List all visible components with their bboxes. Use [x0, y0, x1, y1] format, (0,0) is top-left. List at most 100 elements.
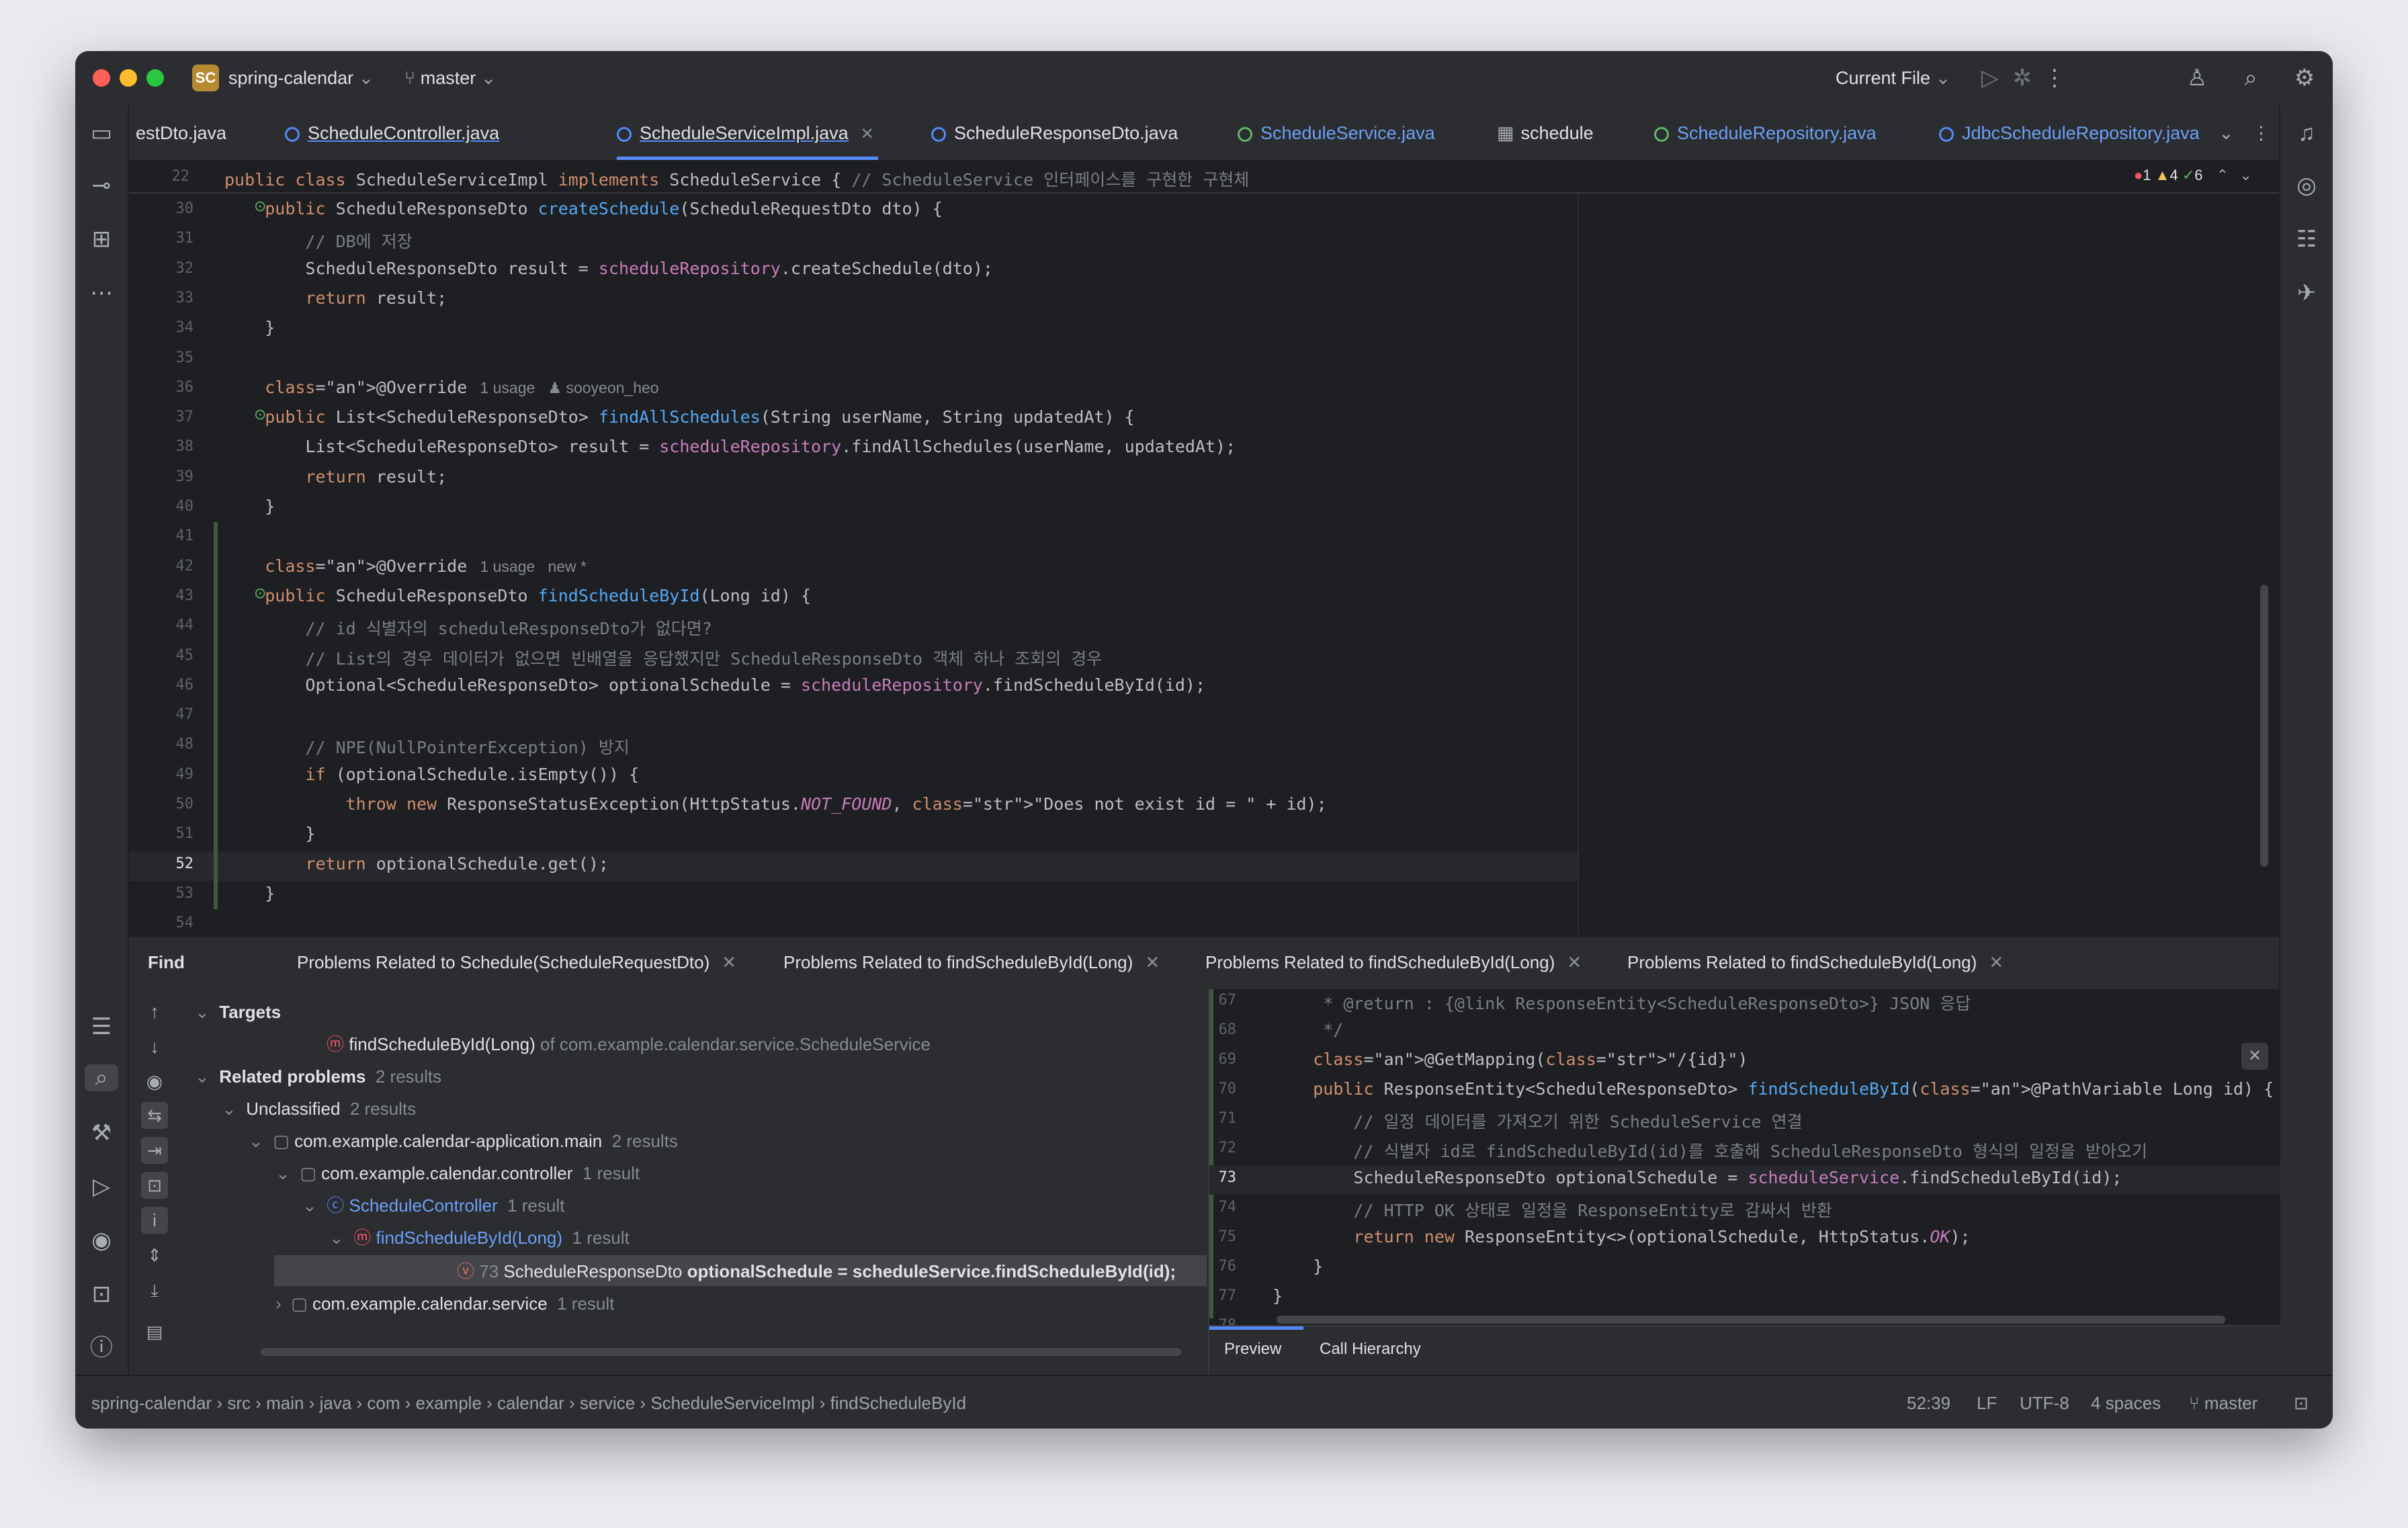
chevron-up-icon[interactable]: ⌃: [2217, 167, 2229, 183]
find-tab-2[interactable]: Problems Related to findScheduleById(Lon…: [783, 937, 1160, 988]
services-icon[interactable]: ◉: [88, 1227, 115, 1254]
branch-switcher[interactable]: ⑂ master ⌄: [404, 66, 496, 90]
notifications-icon[interactable]: ♫: [2293, 120, 2320, 146]
info-icon[interactable]: i: [141, 1207, 168, 1234]
breadcrumb-item[interactable]: service: [580, 1393, 635, 1413]
close-preview-icon[interactable]: ✕: [2241, 1043, 2268, 1070]
collapse-all-icon[interactable]: ⤓: [142, 1277, 167, 1304]
database-icon[interactable]: ☰: [88, 1013, 115, 1040]
commit-icon[interactable]: ⊸: [88, 172, 115, 199]
group-icon[interactable]: ⇆: [141, 1102, 168, 1129]
breadcrumb-item[interactable]: ScheduleServiceImpl: [650, 1393, 814, 1413]
line-number: 32: [175, 259, 194, 277]
code-line: return result;: [305, 288, 447, 308]
project-switcher[interactable]: spring-calendar ⌄: [228, 66, 374, 90]
run-tool-icon[interactable]: ▷: [88, 1173, 115, 1200]
zoom-window-button[interactable]: [146, 69, 164, 87]
gradle-icon[interactable]: ✈: [2293, 280, 2320, 306]
add-user-icon[interactable]: ♙: [2184, 65, 2210, 91]
tab-schedule-controller[interactable]: ScheduleController.java: [285, 106, 499, 160]
merge-icon[interactable]: ⇥: [141, 1137, 168, 1164]
file-encoding[interactable]: UTF-8: [2020, 1391, 2069, 1415]
tab-estdto[interactable]: estDto.java: [136, 106, 226, 160]
tabs-dropdown-icon[interactable]: ⌄: [2219, 106, 2234, 160]
close-tab-icon[interactable]: ✕: [722, 952, 736, 972]
close-tab-icon[interactable]: ✕: [1145, 952, 1160, 972]
tree-node-related[interactable]: ⌄ Related problems 2 results: [195, 1064, 441, 1089]
breadcrumb-item[interactable]: example: [416, 1393, 482, 1413]
caret-position[interactable]: 52:39: [1907, 1391, 1950, 1415]
line-separator[interactable]: LF: [1977, 1391, 1997, 1415]
sticky-header: 22 public class ScheduleServiceImpl impl…: [129, 161, 2279, 194]
line-number: 38: [175, 438, 194, 456]
preview-scrollbar[interactable]: [1277, 1316, 2225, 1324]
indent-setting[interactable]: 4 spaces: [2091, 1391, 2161, 1415]
find-tool-icon[interactable]: ⌕: [85, 1064, 118, 1091]
close-tab-icon[interactable]: ✕: [861, 125, 874, 143]
tab-schedule-response-dto[interactable]: ScheduleResponseDto.java: [931, 106, 1178, 160]
breadcrumb-item[interactable]: calendar: [497, 1393, 564, 1413]
expand-all-icon[interactable]: ⇕: [142, 1242, 167, 1269]
tree-node-usage[interactable]: ⓥ 73 ScheduleResponseDto optionalSchedul…: [457, 1259, 1176, 1283]
find-tab-4[interactable]: Problems Related to findScheduleById(Lon…: [1627, 937, 2004, 988]
next-occurrence-icon[interactable]: ↓: [142, 1033, 167, 1060]
tree-node-unclassified[interactable]: ⌄ Unclassified 2 results: [222, 1097, 416, 1121]
debug-icon[interactable]: ✲: [2009, 65, 2036, 91]
tree-node-target-method[interactable]: ⓜ findScheduleById(Long) of com.example.…: [327, 1032, 931, 1056]
build-icon[interactable]: ⚒: [88, 1119, 115, 1146]
tree-node-targets[interactable]: ⌄ Targets: [195, 1000, 281, 1024]
git-branch-widget[interactable]: ⑂ master: [2189, 1391, 2258, 1415]
run-icon[interactable]: ▷: [1977, 65, 2004, 91]
tab-jdbc-schedule-repository[interactable]: JdbcScheduleRepository.java: [1939, 106, 2200, 160]
inspection-widget[interactable]: ●1 ▲4 ✓6 ⌃ ⌄: [2134, 167, 2252, 184]
tree-scrollbar[interactable]: [261, 1348, 1181, 1356]
call-hierarchy-tab[interactable]: Call Hierarchy: [1320, 1340, 1421, 1359]
problems-icon[interactable]: ⓘ: [88, 1334, 115, 1361]
find-tab-1[interactable]: Problems Related to Schedule(ScheduleReq…: [297, 937, 736, 988]
tree-node-module[interactable]: ⌄ ▢ com.example.calendar-application.mai…: [249, 1129, 678, 1153]
tab-schedule-service-impl[interactable]: ScheduleServiceImpl.java ✕: [617, 106, 878, 160]
tabs-more-icon[interactable]: ⋮: [2252, 106, 2270, 160]
code-line: // List의 경우 데이터가 없으면 빈배열을 응답했지만 Schedule…: [224, 648, 1103, 669]
tab-schedule-service[interactable]: ScheduleService.java: [1238, 106, 1435, 160]
tree-node-controller-package[interactable]: ⌄ ▢ com.example.calendar.controller 1 re…: [275, 1161, 640, 1185]
close-window-button[interactable]: [93, 69, 110, 87]
ai-assistant-icon[interactable]: ◎: [2293, 172, 2320, 199]
tab-schedule-repository[interactable]: ScheduleRepository.java: [1654, 106, 1877, 160]
search-icon[interactable]: ⌕: [2237, 65, 2264, 91]
breadcrumb-item[interactable]: java: [320, 1393, 352, 1413]
more-tools-icon[interactable]: ⋯: [88, 280, 115, 306]
tree-node-service-package[interactable]: › ▢ com.example.calendar.service 1 resul…: [275, 1291, 614, 1316]
settings-icon[interactable]: ⚙: [2291, 65, 2318, 91]
project-folder-icon[interactable]: ▭: [88, 120, 115, 146]
tree-node-controller-class[interactable]: ⌄ ⓒ ScheduleController 1 result: [302, 1193, 564, 1218]
module-group-icon[interactable]: ⊡: [141, 1172, 168, 1199]
database-tool-icon[interactable]: ☷: [2293, 226, 2320, 253]
preview-icon[interactable]: ◉: [142, 1068, 167, 1095]
inlay-hint[interactable]: 1 usage new *: [467, 558, 587, 575]
lock-icon[interactable]: ⊡: [2294, 1391, 2309, 1415]
inlay-hint[interactable]: 1 usage ♟ sooyeon_heo: [467, 379, 658, 396]
breadcrumb-item[interactable]: main: [266, 1393, 304, 1413]
code-line: return new ResponseEntity<>(optionalSche…: [1353, 1227, 1971, 1246]
editor-scrollbar[interactable]: [2260, 585, 2268, 867]
more-icon[interactable]: ⋮: [2041, 65, 2068, 91]
run-config-selector[interactable]: Current File ⌄: [1836, 66, 1950, 90]
close-tab-icon[interactable]: ✕: [1567, 952, 1582, 972]
breadcrumb-item[interactable]: com: [367, 1393, 400, 1413]
breadcrumb-item[interactable]: findScheduleById: [830, 1393, 966, 1413]
breadcrumb-item[interactable]: src: [227, 1393, 251, 1413]
code-editor[interactable]: 22 public class ScheduleServiceImpl impl…: [129, 161, 2279, 934]
close-tab-icon[interactable]: ✕: [1989, 952, 2004, 972]
previous-occurrence-icon[interactable]: ↑: [142, 999, 167, 1025]
chevron-down-icon[interactable]: ⌄: [2239, 167, 2251, 183]
preview-tab[interactable]: Preview: [1224, 1340, 1281, 1359]
structure-icon[interactable]: ⊞: [88, 226, 115, 253]
terminal-icon[interactable]: ⊡: [88, 1281, 115, 1308]
breadcrumb-item[interactable]: spring-calendar: [91, 1393, 212, 1413]
minimize-window-button[interactable]: [120, 69, 137, 87]
tree-node-method[interactable]: ⌄ ⓜ findScheduleById(Long) 1 result: [329, 1226, 630, 1250]
tab-schedule-table[interactable]: ▦ schedule: [1497, 106, 1594, 160]
export-icon[interactable]: ▤: [142, 1318, 167, 1345]
find-tab-3[interactable]: Problems Related to findScheduleById(Lon…: [1205, 937, 1582, 988]
